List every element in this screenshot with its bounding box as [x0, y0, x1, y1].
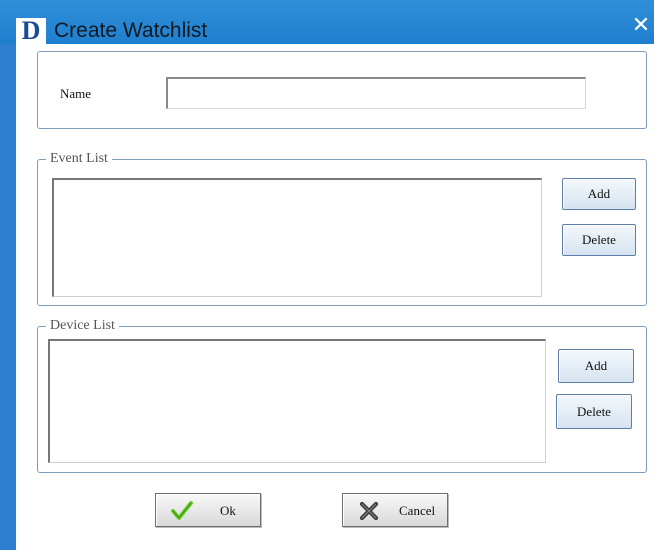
- name-label: Name: [60, 86, 92, 101]
- cancel-button[interactable]: Cancel: [342, 493, 448, 527]
- device-list-group: Device List Add Delete: [37, 318, 647, 473]
- window-titlebar: D Create Watchlist ✕: [0, 0, 654, 44]
- cancel-label: Cancel: [399, 503, 436, 518]
- event-list-legend: Event List: [46, 151, 112, 167]
- close-icon[interactable]: ✕: [630, 14, 652, 38]
- device-list-legend: Device List: [46, 318, 119, 334]
- ok-button[interactable]: Ok: [155, 493, 261, 527]
- device-add-button[interactable]: Add: [558, 349, 634, 383]
- x-icon: [359, 501, 379, 521]
- ok-label: Ok: [220, 503, 236, 518]
- event-add-button[interactable]: Add: [562, 178, 636, 210]
- window-title: Create Watchlist: [54, 19, 208, 42]
- name-group: Name: [37, 51, 647, 129]
- window-left-border: [0, 44, 16, 550]
- event-list-group: Event List Add Delete: [37, 151, 647, 306]
- device-list-box[interactable]: [48, 339, 546, 463]
- app-logo: D: [16, 18, 46, 44]
- name-input[interactable]: [166, 77, 586, 109]
- event-list-box[interactable]: [52, 178, 542, 297]
- checkmark-icon: [171, 501, 193, 520]
- device-delete-button[interactable]: Delete: [556, 394, 632, 429]
- event-delete-button[interactable]: Delete: [562, 224, 636, 256]
